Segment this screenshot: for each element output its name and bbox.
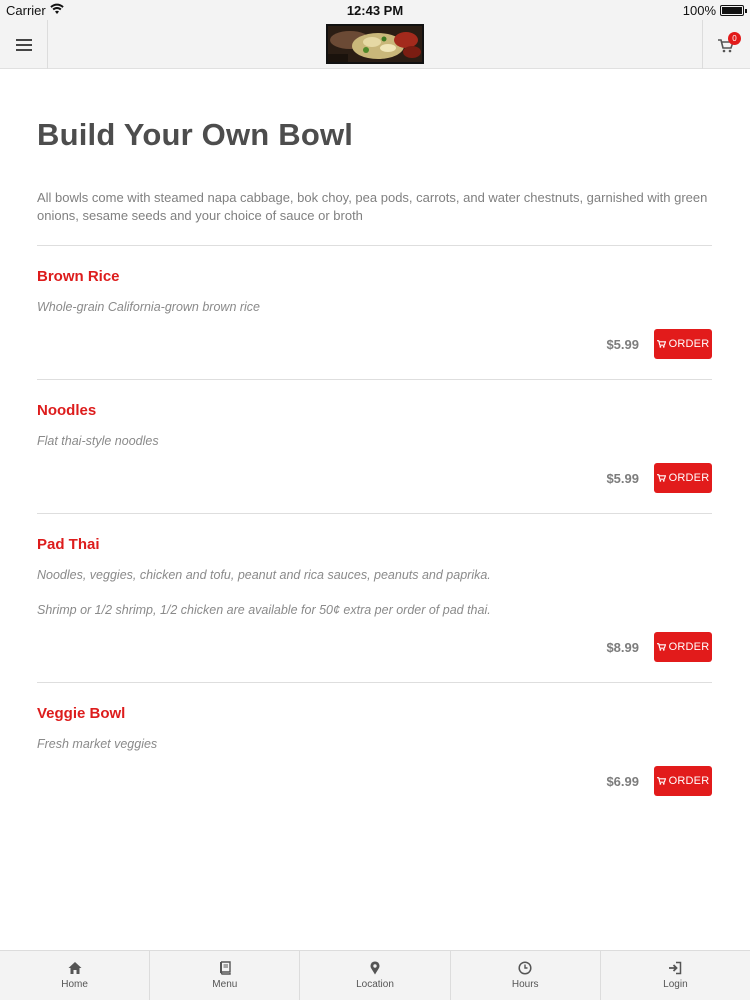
hamburger-icon (15, 38, 32, 51)
tab-label: Home (61, 979, 88, 990)
cart-icon (656, 643, 666, 651)
menu-item-description: Fresh market veggies (37, 737, 158, 751)
menu-item-description: Whole-grain California-grown brown rice (37, 300, 261, 314)
order-button[interactable]: ORDER (654, 766, 712, 796)
cart-icon (656, 340, 666, 348)
tab-label: Login (663, 979, 688, 990)
cart-button[interactable]: 0 (702, 20, 750, 69)
menu-item-description: Noodles, veggies, chicken and tofu, pean… (37, 568, 491, 582)
menu-item-price: $6.99 (606, 774, 639, 789)
menu-item-name[interactable]: Veggie Bowl (37, 683, 712, 722)
tab-label: Hours (511, 979, 539, 990)
order-button-label: ORDER (668, 641, 710, 653)
tab-home[interactable]: Home (0, 951, 151, 1000)
menu-item-name[interactable]: Pad Thai (37, 514, 712, 553)
status-bar: Carrier 12:43 PM 100% (0, 0, 750, 20)
tab-menu[interactable]: Menu (150, 951, 301, 1000)
section-intro: All bowls come with steamed napa cabbage… (37, 189, 712, 246)
menu-item: Brown Rice Whole-grain California-grown … (37, 246, 712, 380)
menu-item: Noodles Flat thai-style noodles $5.99 OR… (37, 380, 712, 514)
order-button-label: ORDER (668, 472, 710, 484)
order-button[interactable]: ORDER (654, 329, 712, 359)
tab-label: Location (356, 979, 394, 990)
tab-login[interactable]: Login (601, 951, 750, 1000)
menu-item: Pad Thai Noodles, veggies, chicken and t… (37, 514, 712, 683)
battery-icon (720, 5, 747, 16)
tab-location[interactable]: Location (300, 951, 451, 1000)
hamburger-menu-button[interactable] (0, 20, 48, 69)
app-header: 0 (0, 20, 750, 69)
food-photo-icon (328, 26, 422, 62)
home-icon (68, 962, 82, 974)
menu-content: Build Your Own Bowl All bowls come with … (37, 69, 712, 816)
order-button-label: ORDER (668, 338, 710, 350)
menu-item-price: $5.99 (606, 337, 639, 352)
map-pin-icon (370, 961, 380, 975)
cart-icon (656, 474, 666, 482)
page-title: Build Your Own Bowl (37, 117, 354, 152)
battery-percent: 100% (682, 3, 716, 18)
menu-item-name[interactable]: Brown Rice (37, 246, 712, 285)
menu-item-name[interactable]: Noodles (37, 380, 712, 419)
cart-icon (656, 777, 666, 785)
order-button-label: ORDER (668, 775, 710, 787)
book-icon (219, 961, 231, 975)
restaurant-logo[interactable] (326, 24, 424, 64)
cart-count-badge: 0 (728, 32, 741, 45)
tab-hours[interactable]: Hours (451, 951, 601, 1000)
login-icon (669, 961, 682, 975)
tab-label: Menu (212, 979, 238, 990)
clock-time: 12:43 PM (346, 3, 404, 18)
order-button[interactable]: ORDER (654, 632, 712, 662)
menu-item: Veggie Bowl Fresh market veggies $6.99 O… (37, 683, 712, 796)
bottom-tab-bar: Home Menu Location Hours Login (0, 950, 750, 1000)
menu-item-note: Shrimp or 1/2 shrimp, 1/2 chicken are av… (37, 603, 491, 617)
clock-icon (518, 961, 532, 975)
menu-item-price: $8.99 (606, 640, 639, 655)
menu-item-price: $5.99 (606, 471, 639, 486)
menu-item-description: Flat thai-style noodles (37, 434, 159, 448)
order-button[interactable]: ORDER (654, 463, 712, 493)
